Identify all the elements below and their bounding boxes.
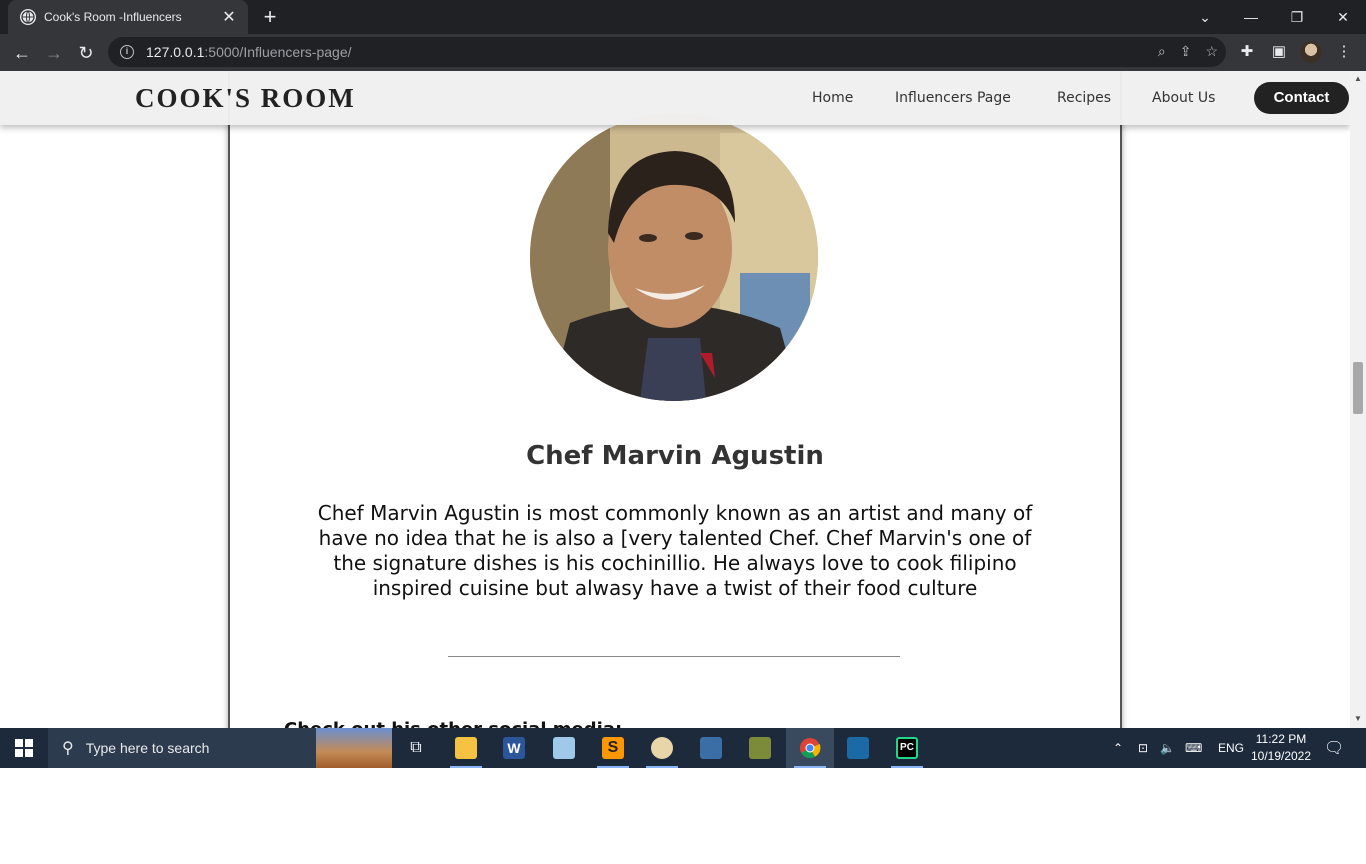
pycharm-icon[interactable]: PC xyxy=(883,728,931,768)
paint-icon[interactable] xyxy=(638,728,686,768)
page-scrollbar[interactable]: ▲ ▼ xyxy=(1350,71,1366,728)
reload-icon[interactable]: ↻ xyxy=(73,40,99,66)
page-viewport: COOK'S ROOM Home Influencers Page Recipe… xyxy=(0,71,1350,728)
keyboard-icon[interactable]: ⌨ xyxy=(1185,728,1202,768)
new-tab-icon[interactable]: + xyxy=(258,5,282,29)
browser-tabstrip: Cook's Room -Influencers ✕ + ⌄ — ❐ ✕ xyxy=(0,0,1366,34)
close-tab-icon[interactable]: ✕ xyxy=(220,7,238,27)
mysql-workbench-icon[interactable] xyxy=(687,728,735,768)
tab-search-icon[interactable]: ⌄ xyxy=(1182,0,1228,34)
notification-center-icon[interactable]: 🗨 xyxy=(1324,728,1344,768)
taskbar-search-box[interactable]: ⚲ Type here to search xyxy=(48,728,392,768)
chef-bio: Chef Marvin Agustin is most commonly kno… xyxy=(317,501,1033,600)
screen: Cook's Room -Influencers ✕ + ⌄ — ❐ ✕ ← →… xyxy=(0,0,1366,768)
nav-about[interactable]: About Us xyxy=(1152,90,1215,106)
chef-name-heading: Chef Marvin Agustin xyxy=(526,441,824,471)
sublime-text-icon[interactable]: S xyxy=(589,728,637,768)
clock-date: 10/19/2022 xyxy=(1250,749,1312,763)
scroll-down-arrow-icon[interactable]: ▼ xyxy=(1350,714,1366,723)
section-divider xyxy=(448,656,900,657)
nav-recipes[interactable]: Recipes xyxy=(1057,90,1111,106)
zoom-icon[interactable]: ⌕ xyxy=(1158,43,1166,60)
site-navbar: COOK'S ROOM Home Influencers Page Recipe… xyxy=(0,71,1350,125)
tab-title: Cook's Room -Influencers xyxy=(44,10,182,24)
extensions-icon[interactable]: ✚ xyxy=(1237,42,1257,60)
address-bar[interactable]: i 127.0.0.1:5000/Influencers-page/ ⌕ ⇪ ☆ xyxy=(108,37,1226,67)
scroll-up-arrow-icon[interactable]: ▲ xyxy=(1350,74,1366,83)
virtualbox-icon[interactable] xyxy=(834,728,882,768)
word-icon[interactable]: W xyxy=(490,728,538,768)
notes-app-icon[interactable] xyxy=(540,728,588,768)
menu-kebab-icon[interactable]: ⋮ xyxy=(1334,42,1354,60)
restore-icon[interactable]: ❐ xyxy=(1274,0,1320,34)
show-hidden-icons-icon[interactable]: ⌃ xyxy=(1113,728,1123,768)
chrome-icon[interactable] xyxy=(786,728,834,768)
search-icon: ⚲ xyxy=(62,740,74,757)
scrollbar-thumb[interactable] xyxy=(1353,362,1363,414)
site-brand[interactable]: COOK'S ROOM xyxy=(135,83,356,114)
globe-icon xyxy=(20,9,36,25)
clock-time: 11:22 PM xyxy=(1255,732,1307,746)
back-icon[interactable]: ← xyxy=(9,40,35,66)
nav-home[interactable]: Home xyxy=(812,90,853,106)
taskbar-clock[interactable]: 11:22 PM 10/19/2022 xyxy=(1244,731,1318,765)
contact-button[interactable]: Contact xyxy=(1254,82,1349,114)
browser-tab[interactable]: Cook's Room -Influencers ✕ xyxy=(8,0,248,34)
side-panel-icon[interactable]: ▣ xyxy=(1269,42,1289,60)
profile-avatar[interactable] xyxy=(1300,41,1322,63)
nav-influencers[interactable]: Influencers Page xyxy=(895,90,1011,106)
language-indicator[interactable]: ENG xyxy=(1218,728,1244,768)
file-explorer-icon[interactable] xyxy=(442,728,490,768)
chef-portrait xyxy=(530,113,818,401)
task-view-icon[interactable]: ⧉ xyxy=(392,728,440,768)
forward-icon[interactable]: → xyxy=(41,40,67,66)
minimize-icon[interactable]: — xyxy=(1228,0,1274,34)
bookmark-star-icon[interactable]: ☆ xyxy=(1205,43,1218,60)
browser-toolbar: ← → ↻ i 127.0.0.1:5000/Influencers-page/… xyxy=(0,34,1366,71)
network-icon[interactable]: ⊡ xyxy=(1138,728,1148,768)
db-tool-icon[interactable] xyxy=(736,728,784,768)
volume-icon[interactable]: 🔈 xyxy=(1160,728,1175,768)
site-info-icon[interactable]: i xyxy=(120,45,134,59)
windows-taskbar: ⚲ Type here to search ⧉ W S PC ⌃ ⊡ 🔈 ⌨ E… xyxy=(0,728,1366,768)
url-text: 127.0.0.1:5000/Influencers-page/ xyxy=(146,44,352,60)
social-media-heading: Check out his other social media: xyxy=(284,719,622,728)
search-highlight-illustration xyxy=(316,728,392,768)
windows-start-icon[interactable] xyxy=(0,728,48,768)
close-window-icon[interactable]: ✕ xyxy=(1320,0,1366,34)
search-placeholder: Type here to search xyxy=(85,740,210,756)
share-icon[interactable]: ⇪ xyxy=(1180,43,1192,60)
